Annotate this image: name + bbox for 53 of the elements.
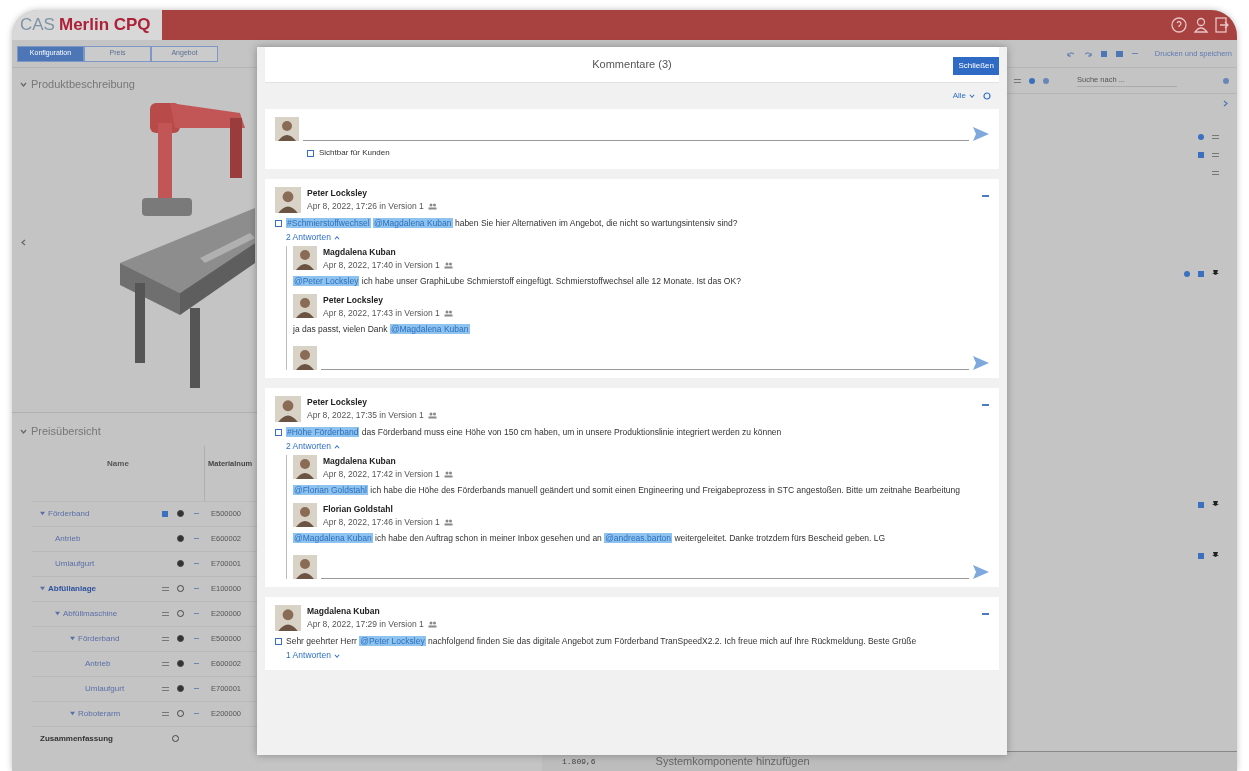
mention-link[interactable]: @Peter Locksley: [293, 276, 360, 286]
replies-toggle[interactable]: 2 Antworten: [286, 440, 331, 453]
replies-toggle[interactable]: 2 Antworten: [286, 231, 331, 244]
row-name[interactable]: Umlaufgurt: [85, 682, 125, 695]
dialog-title: Kommentare (3): [592, 57, 672, 73]
comment-meta: Apr 8, 2022, 17:40 in Version 1: [323, 259, 440, 272]
comment-meta: Apr 8, 2022, 17:46 in Version 1: [323, 516, 440, 529]
add-component-button[interactable]: Systemkomponente hinzufügen: [655, 753, 810, 770]
author-name: Magdalena Kuban: [323, 455, 397, 468]
row-name[interactable]: Abfüllmaschine: [63, 607, 118, 620]
section-title: Preisübersicht: [31, 424, 101, 439]
mention-link[interactable]: #Höhe Förderband: [286, 427, 360, 437]
row-name[interactable]: Antrieb: [85, 657, 111, 670]
comment-text: Sehr geehrter Herr @Peter Locksley nachfolgend finden Sie das digitale Angebot zum Förderband TranSpeedX2.2. Ich freue mich auf Ihre Rückmeldung. Beste Grüße: [286, 635, 917, 648]
logo: CAS Merlin CPQ: [12, 10, 162, 40]
author-name: Magdalena Kuban: [307, 605, 381, 618]
row-name[interactable]: Umlaufgurt: [55, 557, 95, 570]
comment-text: #Höhe Förderband das Förderband muss eine Höhe von 150 cm haben, um in unsere Produktionslinie integriert werden zu können: [286, 426, 782, 439]
author-name: Florian Goldstahl: [323, 503, 394, 516]
filter-dropdown[interactable]: Alle: [952, 90, 966, 102]
mention-link[interactable]: #Schmierstoffwechsel: [286, 218, 371, 228]
row-name[interactable]: Förderband: [78, 632, 120, 645]
comment-meta: Apr 8, 2022, 17:42 in Version 1: [323, 468, 440, 481]
mention-link[interactable]: @Magdalena Kuban: [389, 324, 470, 334]
mention-link[interactable]: @Magdalena Kuban: [293, 533, 373, 543]
comment-text: ja das passt, vielen Dank @Magdalena Kuban: [293, 323, 471, 336]
comment-text: @Peter Locksley ich habe unser GraphiLube Schmierstoff eingefügt. Schmierstoffwechsel alle 12 Monate. Ist das OK?: [293, 275, 742, 288]
checkbox-label: Sichtbar für Kunden: [319, 147, 390, 159]
comment-text: @Florian Goldstahl ich habe die Höhe des Förderbands manuell geändert und somit einen Engineering und Freigabeprozess in STC angestoßen. Bitte um zeitnahe Bearbeitung: [293, 484, 961, 497]
author-name: Peter Locksley: [307, 396, 368, 409]
author-name: Magdalena Kuban: [323, 246, 397, 259]
row-name[interactable]: Roboterarm: [78, 707, 121, 720]
row-name[interactable]: Antrieb: [55, 532, 81, 545]
mention-link[interactable]: @Peter Locksley: [359, 636, 426, 646]
close-button[interactable]: Schließen: [953, 57, 999, 75]
mention-link[interactable]: @Florian Goldstahl: [293, 485, 368, 495]
column-header: Name: [32, 445, 205, 501]
mention-link[interactable]: @andreas.barton: [604, 533, 673, 543]
row-name[interactable]: Förderband: [48, 507, 90, 520]
author-name: Peter Locksley: [323, 294, 384, 307]
replies-toggle[interactable]: 1 Antworten: [286, 649, 331, 662]
total-value: 1.809,6: [562, 755, 596, 768]
row-name[interactable]: Abfüllanlage: [48, 582, 96, 595]
comment-meta: Apr 8, 2022, 17:35 in Version 1: [307, 409, 424, 422]
comment-meta: Apr 8, 2022, 17:29 in Version 1: [307, 618, 424, 631]
comment-meta: Apr 8, 2022, 17:26 in Version 1: [307, 200, 424, 213]
summary-label: Zusammenfassung: [39, 732, 114, 745]
section-title: Produktbeschreibung: [31, 77, 135, 92]
comment-text: @Magdalena Kuban ich habe den Auftrag schon in meiner Inbox gesehen und an @andreas.barton weitergeleitet. Danke trotzdem fürs Bescheid geben. LG: [293, 532, 887, 545]
author-name: Peter Locksley: [307, 187, 368, 200]
comment-meta: Apr 8, 2022, 17:43 in Version 1: [323, 307, 440, 320]
comment-text: #Schmierstoffwechsel @Magdalena Kuban haben Sie hier Alternativen im Angebot, die nicht so wartungsintensiv sind?: [286, 217, 738, 230]
mention-link[interactable]: @Magdalena Kuban: [372, 218, 453, 228]
